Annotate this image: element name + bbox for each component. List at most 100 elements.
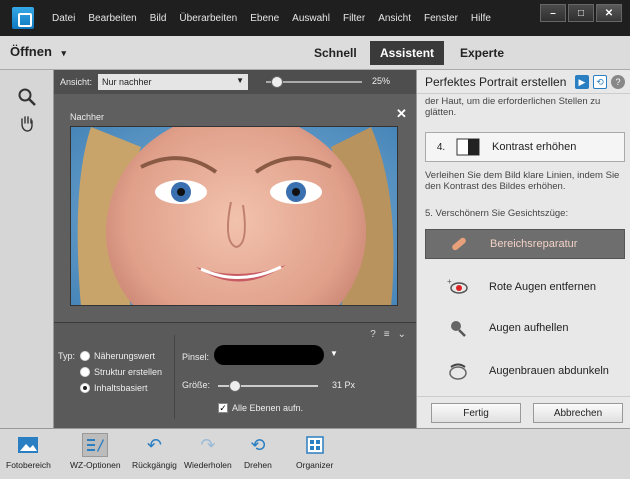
undo-button[interactable]: ↶ Rückgängig — [132, 433, 177, 471]
organizer-label: Organizer — [296, 460, 334, 470]
red-eye-icon: + — [445, 276, 471, 298]
radio-inhaltsbasiert[interactable]: Inhaltsbasiert — [80, 383, 148, 393]
radio-icon — [80, 367, 90, 377]
cancel-button[interactable]: Abbrechen — [533, 403, 623, 423]
help-icon[interactable]: ? — [611, 75, 625, 89]
hand-tool[interactable] — [14, 110, 40, 136]
mode-bar: Öffnen ▾ Schnell Assistent Experte — [0, 36, 630, 70]
portrait-image[interactable] — [70, 126, 398, 306]
radio-struktur[interactable]: Struktur erstellen — [80, 367, 162, 377]
brush-picker[interactable] — [214, 345, 324, 365]
radio-icon — [80, 351, 90, 361]
rotate-button[interactable]: ⟲ Drehen — [244, 433, 272, 471]
rotate-label: Drehen — [244, 460, 272, 470]
zoom-slider-handle[interactable] — [271, 76, 284, 88]
undo-label: Rückgängig — [132, 460, 177, 470]
zoom-slider[interactable] — [266, 76, 362, 88]
menu-bild[interactable]: Bild — [150, 13, 167, 24]
redo-button[interactable]: ↷ Wiederholen — [184, 433, 232, 471]
radio-naeherungswert[interactable]: Näherungswert — [80, 351, 155, 361]
brighten-eyes-label: Augen aufhellen — [489, 322, 569, 334]
chevron-down-icon[interactable]: ⌄ — [398, 329, 406, 340]
step-number: 4. — [436, 141, 446, 153]
contrast-icon — [456, 138, 480, 156]
spot-healing-label: Bereichsreparatur — [490, 238, 578, 250]
redo-label: Wiederholen — [184, 460, 232, 470]
red-eye-label: Rote Augen entfernen — [489, 281, 597, 293]
red-eye-button[interactable]: + Rote Augen entfernen — [425, 272, 625, 302]
maximize-button[interactable]: □ — [568, 4, 594, 22]
options-toolbar: ? ≡ ⌄ — [370, 329, 406, 340]
reset-icon[interactable]: ⟲ — [593, 75, 607, 89]
minimize-button[interactable]: – — [540, 4, 566, 22]
type-label: Typ: — [58, 351, 76, 361]
menu-filter[interactable]: Filter — [343, 13, 365, 24]
tab-experte[interactable]: Experte — [450, 41, 514, 65]
darken-brows-button[interactable]: Augenbrauen abdunkeln — [425, 356, 625, 386]
canvas-label: Nachher — [70, 112, 105, 122]
tool-options: ? ≡ ⌄ Typ: Näherungswert Struktur erstel… — [54, 322, 416, 428]
rotate-icon: ⟲ — [250, 434, 266, 455]
tool-options-button[interactable]: WZ-Optionen — [70, 433, 121, 470]
photo-bin-button[interactable]: Fotobereich — [6, 433, 51, 470]
contrast-button[interactable]: 4. Kontrast erhöhen — [425, 132, 625, 162]
intro-text: der Haut, um die erforderlichen Stellen … — [425, 96, 601, 118]
panel-header: Perfektes Portrait erstellen ▶ ⟲ ? — [417, 70, 630, 94]
zoom-eye-icon — [445, 317, 471, 339]
close-icon[interactable]: ✕ — [396, 106, 407, 122]
menu-ansicht[interactable]: Ansicht — [378, 13, 411, 24]
brush-label: Pinsel: — [182, 352, 210, 362]
toolbox — [0, 70, 54, 428]
magnifier-icon — [18, 88, 36, 106]
redo-icon: ↷ — [200, 434, 216, 455]
play-icon[interactable]: ▶ — [575, 75, 589, 89]
size-value: 31 Px — [332, 380, 356, 390]
spot-healing-button[interactable]: Bereichsreparatur — [425, 229, 625, 259]
close-window-button[interactable]: ✕ — [596, 4, 622, 22]
radio-label: Näherungswert — [94, 351, 156, 361]
chevron-down-icon[interactable]: ▼ — [330, 349, 338, 358]
tool-options-label: WZ-Optionen — [70, 460, 121, 470]
window-controls: – □ ✕ — [540, 4, 622, 22]
app-logo-icon — [12, 7, 34, 29]
tab-assistent[interactable]: Assistent — [370, 41, 445, 65]
done-button[interactable]: Fertig — [431, 403, 521, 423]
panel-title: Perfektes Portrait erstellen — [425, 74, 567, 89]
panel-scroll[interactable]: der Haut, um die erforderlichen Stellen … — [417, 94, 630, 394]
organizer-button[interactable]: Organizer — [296, 433, 333, 470]
view-bar: Ansicht: Nur nachher ▼ 25% — [54, 70, 416, 94]
eyebrow-icon — [445, 360, 471, 382]
brighten-eyes-button[interactable]: Augen aufhellen — [425, 313, 625, 343]
menu-datei[interactable]: Datei — [52, 13, 75, 24]
radio-label: Inhaltsbasiert — [94, 383, 148, 393]
guided-panel: Perfektes Portrait erstellen ▶ ⟲ ? der H… — [416, 70, 630, 428]
canvas-panel: Ansicht: Nur nachher ▼ 25% Nachher ✕ ? ≡… — [54, 70, 416, 428]
tab-schnell[interactable]: Schnell — [304, 41, 367, 65]
help-icon[interactable]: ? — [370, 329, 376, 340]
panel-header-icons: ▶ ⟲ ? — [575, 75, 625, 89]
contrast-label: Kontrast erhöhen — [492, 141, 577, 153]
portrait-photo — [71, 127, 397, 305]
zoom-tool[interactable] — [14, 84, 40, 110]
menu-icon[interactable]: ≡ — [384, 329, 390, 340]
view-label: Ansicht: — [60, 77, 93, 87]
size-slider-handle[interactable] — [228, 380, 241, 392]
size-slider[interactable] — [218, 380, 318, 392]
darken-brows-label: Augenbrauen abdunkeln — [489, 365, 609, 377]
menu-auswahl[interactable]: Auswahl — [292, 13, 330, 24]
open-label: Öffnen — [10, 44, 52, 59]
menu-hilfe[interactable]: Hilfe — [471, 13, 491, 24]
hand-icon — [21, 116, 33, 132]
menu-ueberarbeiten[interactable]: Überarbeiten — [179, 13, 237, 24]
view-select-value: Nur nachher — [102, 77, 152, 87]
open-button[interactable]: Öffnen ▾ — [10, 44, 66, 59]
zoom-value: 25% — [372, 76, 391, 86]
menu-fenster[interactable]: Fenster — [424, 13, 458, 24]
view-select[interactable]: Nur nachher ▼ — [98, 74, 249, 90]
menu-ebene[interactable]: Ebene — [250, 13, 279, 24]
menu-bar: Datei Bearbeiten Bild Überarbeiten Ebene… — [0, 0, 630, 36]
pencil-list-icon — [82, 433, 109, 457]
menu-bearbeiten[interactable]: Bearbeiten — [88, 13, 136, 24]
bandage-icon — [446, 233, 472, 255]
all-layers-checkbox[interactable]: ✓ Alle Ebenen aufn. — [218, 403, 303, 413]
